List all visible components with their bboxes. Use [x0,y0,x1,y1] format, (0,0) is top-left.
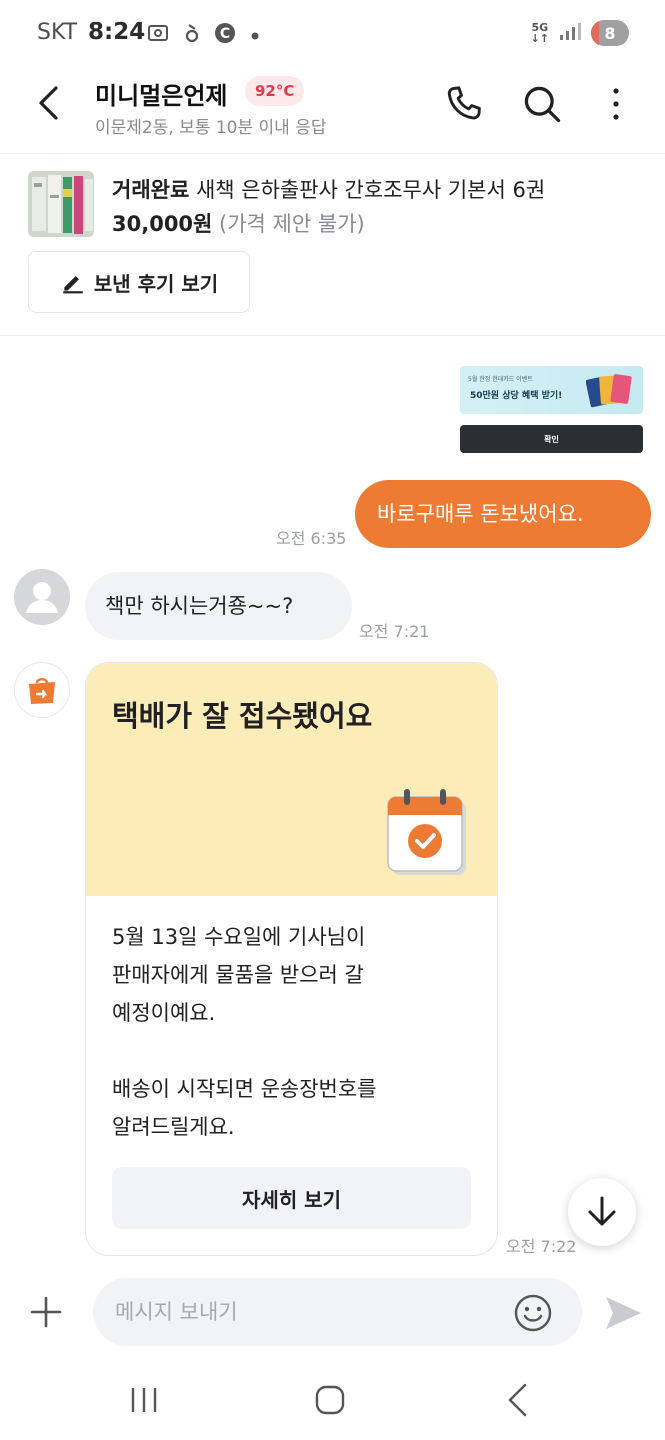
signal-icon [559,21,581,45]
plus-icon [30,1296,62,1328]
more-vertical-icon [613,88,619,120]
message-composer [0,1272,665,1356]
shopping-bag-icon [29,677,55,704]
system-back-button[interactable] [503,1382,533,1418]
card-body-text: 5월 13일 수요일에 기사님이 판매자에게 물품을 받으러 갈 예정이예요. … [112,925,377,1139]
call-button[interactable] [442,82,486,126]
send-icon [606,1297,641,1329]
clock: 8:24 [88,19,146,45]
c-notification-icon: C [214,22,236,48]
event-confirm-button[interactable]: 확인 [460,425,643,453]
battery-icon: 8 [591,20,629,46]
pencil-icon [63,276,83,294]
arrow-down-icon [588,1196,616,1226]
search-icon [524,86,561,123]
message-time: 오전 7:22 [506,1237,577,1256]
home-icon [315,1385,345,1415]
trade-status: 거래완료 [112,178,190,202]
chevron-left-icon [39,86,58,120]
system-navigation-bar [0,1360,665,1440]
smiley-icon [514,1294,552,1332]
delivery-notification-card: 택배가 잘 접수됐어요 5월 13일 수요일에 기사님이 판매자에게 물품을 받… [85,662,498,1256]
add-attachment-button[interactable] [28,1294,64,1330]
seller-name[interactable]: 미니멀은언제 [95,76,227,111]
system-bot-avatar [14,662,70,718]
more-options-button[interactable] [600,82,632,126]
back-button[interactable] [30,80,70,126]
seller-subtitle: 이문제2동, 보통 10분 이내 응답 [95,118,327,138]
price-note: (가격 제안 불가) [219,212,365,236]
more-notifications-dot-icon [250,26,260,45]
message-time: 오전 6:35 [276,529,347,548]
network-5g-icon: 5G ↓↑ [530,21,549,45]
view-sent-review-button[interactable]: 보낸 후기 보기 [28,251,250,313]
seller-avatar[interactable] [14,569,70,625]
send-button[interactable] [603,1294,643,1332]
carrier-label: SKT [37,20,78,45]
product-summary[interactable]: 거래완료 새책 은하출판사 간호조무사 기본서 6권 30,000원 (가격 제… [0,154,665,336]
search-button[interactable] [520,82,564,126]
notification-icons: C [146,22,260,48]
recent-apps-icon [131,1388,157,1412]
phone-icon [447,86,481,120]
event-banner-image[interactable]: 5월 한정 현대카드 이벤트 50만원 상당 혜택 받기! [460,366,643,414]
chat-header: 미니멀은언제 92°C 이문제2동, 보통 10분 이내 응답 [0,68,665,154]
view-details-button[interactable]: 자세히 보기 [112,1167,471,1229]
recent-apps-button[interactable] [128,1384,160,1416]
svg-text:C: C [220,26,230,42]
incoming-message-bubble[interactable]: 책만 하시는거죵~~? [85,572,352,640]
home-button[interactable] [314,1384,346,1416]
product-price: 30,000원 [112,212,213,236]
status-bar: SKT 8:24 C 5G ↓↑ 8 [0,0,665,68]
manner-temperature-badge: 92°C [245,76,305,106]
screenshot-notification-icon [146,21,170,49]
scroll-to-bottom-button[interactable] [568,1178,636,1246]
product-title: 새책 은하출판사 간호조무사 기본서 6권 [195,178,546,202]
outgoing-message-bubble[interactable]: 바로구매루 돈보냈어요. [355,480,651,548]
card-title: 택배가 잘 접수됐어요 [112,699,373,733]
message-input[interactable] [93,1278,582,1346]
back-arrow-icon [508,1383,527,1417]
product-thumbnail[interactable] [28,171,94,237]
app-notification-icon [184,21,200,49]
cards-illustration-icon [586,374,632,408]
calendar-check-icon [387,789,466,875]
emoji-button[interactable] [512,1292,554,1334]
default-profile-icon [26,582,58,613]
message-time: 오전 7:21 [359,622,430,641]
